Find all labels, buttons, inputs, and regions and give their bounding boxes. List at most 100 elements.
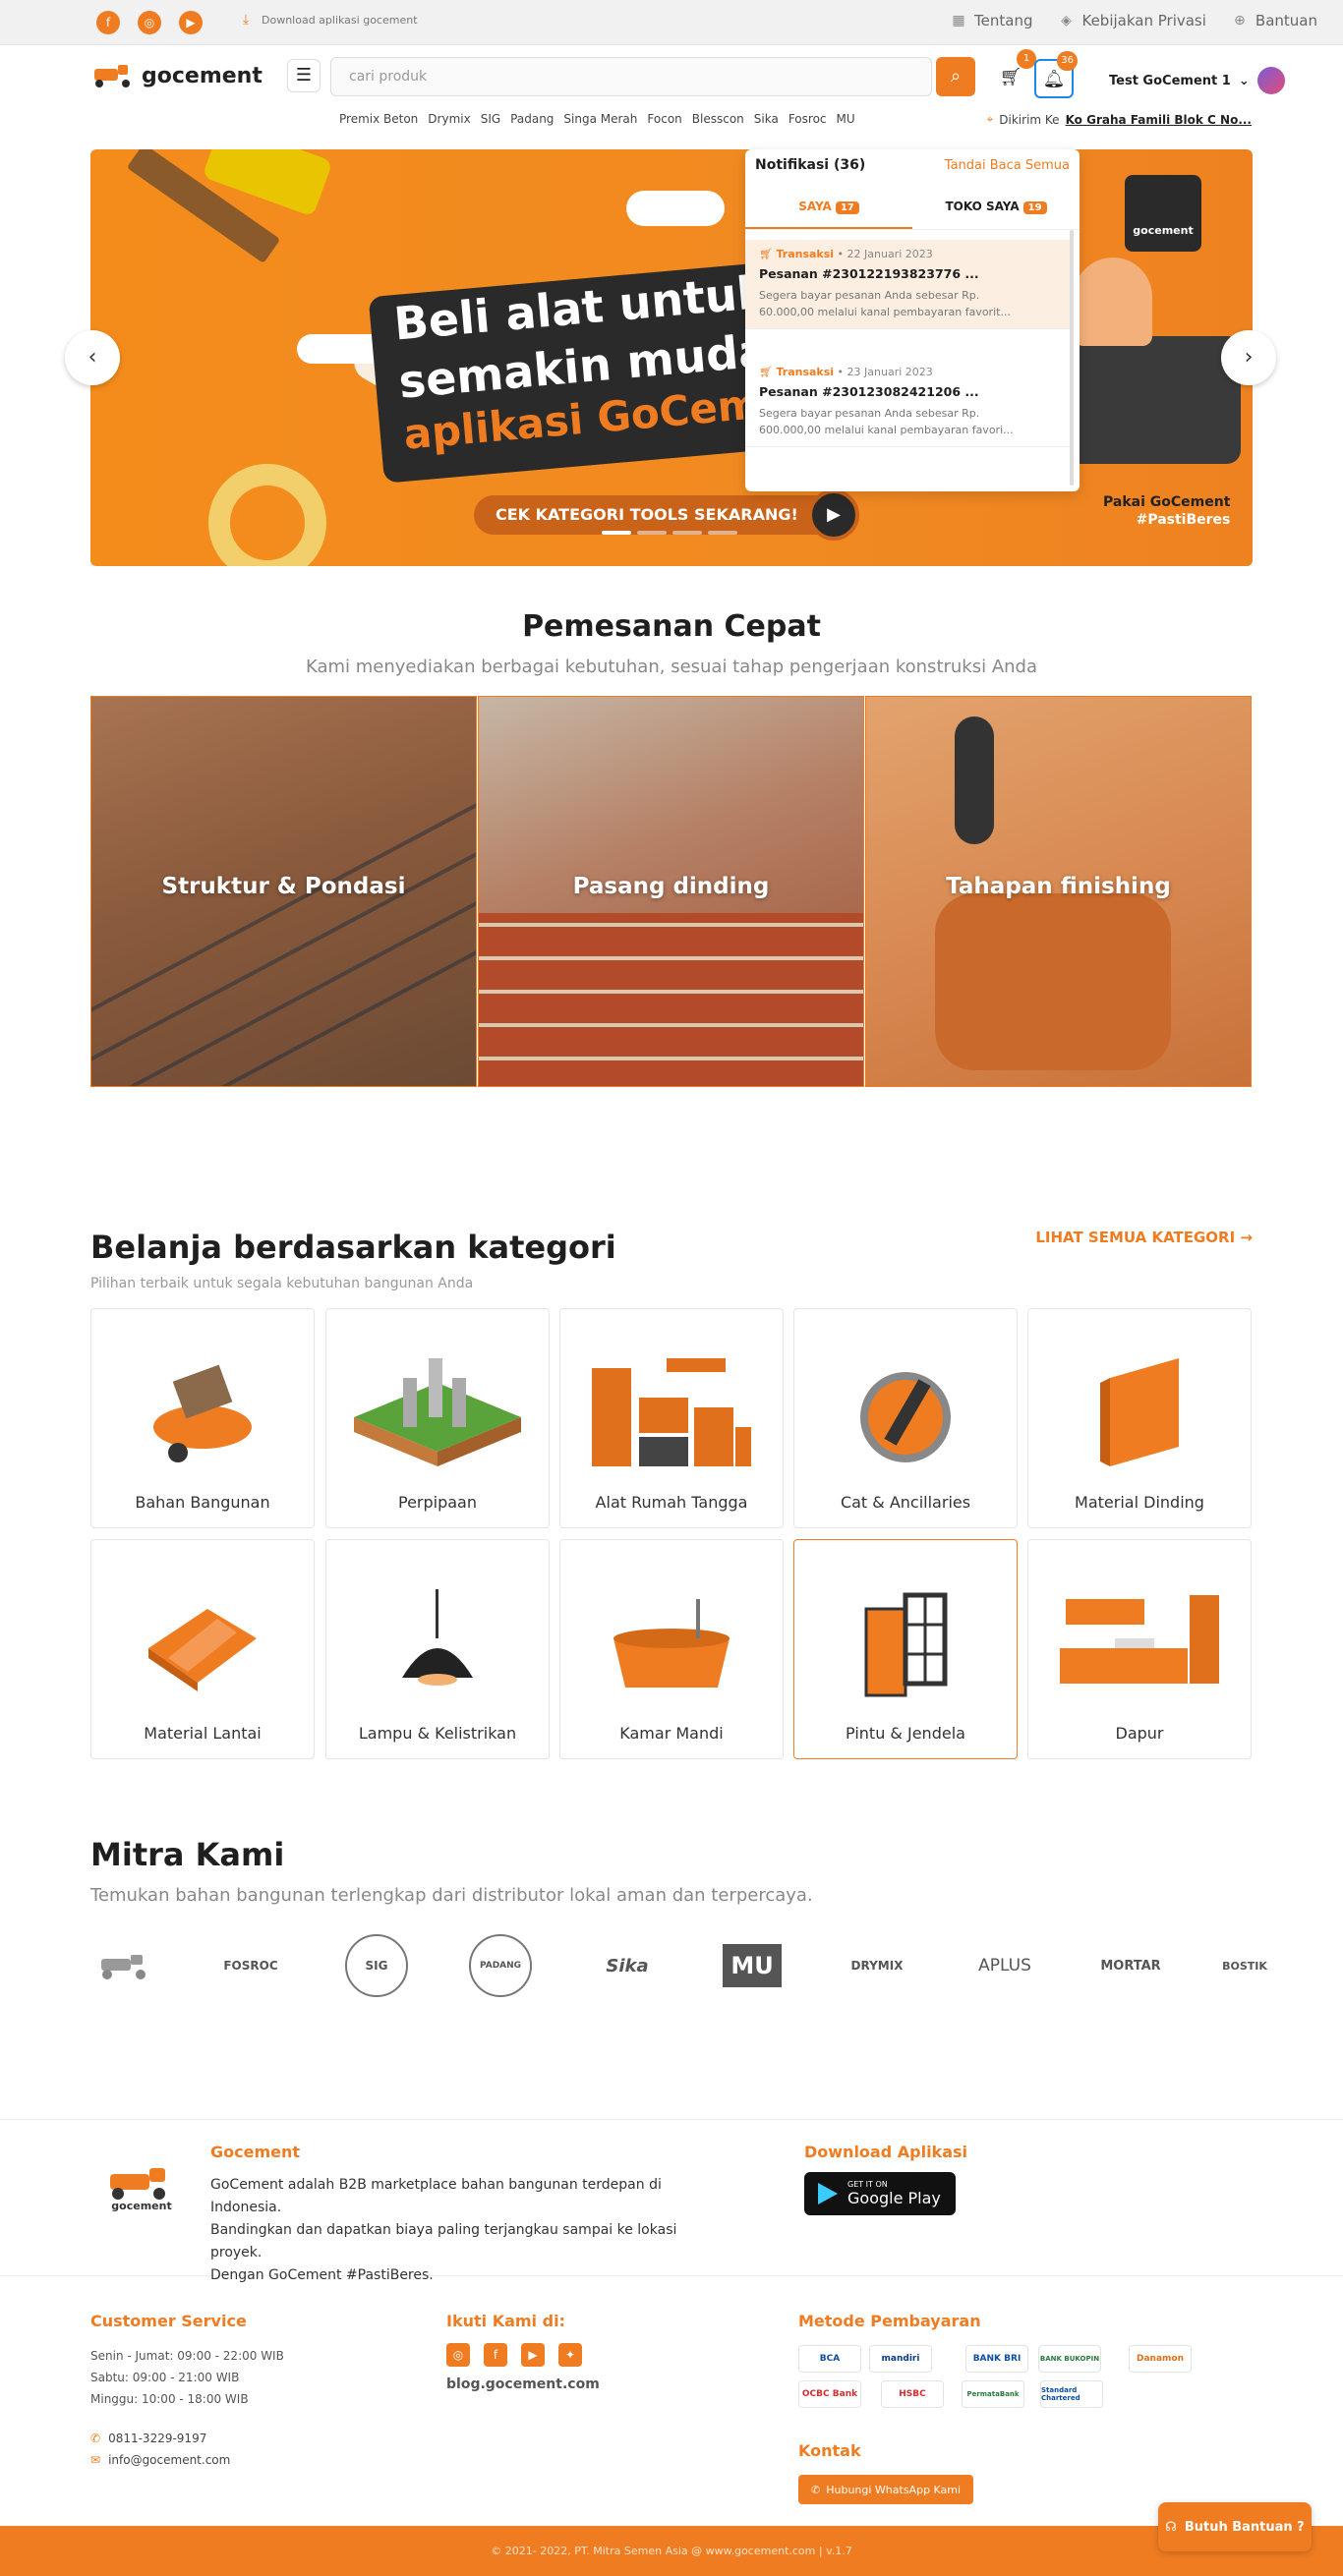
quick-order-title: Pemesanan Cepat (522, 609, 821, 644)
phone-contact[interactable]: ✆ 0811-3229-9197 (90, 2432, 206, 2445)
see-all-categories-link[interactable]: LIHAT SEMUA KATEGORI → (1035, 1229, 1253, 1246)
partner-logo-sig[interactable]: SIG (340, 1934, 413, 1997)
gplay-small-label: GET IT ON (847, 2180, 888, 2189)
partner-logo-fosroc[interactable]: FOSROC (214, 1934, 287, 1997)
email-contact[interactable]: ✉ info@gocement.com (90, 2453, 230, 2467)
scrollbar[interactable] (1070, 230, 1074, 486)
about-link[interactable]: ▦ Tentang (951, 12, 1032, 29)
top-links: ▦ Tentang ◈ Kebijakan Privasi ⊕ Bantuan (951, 12, 1317, 29)
carousel-next-button[interactable]: › (1221, 330, 1276, 385)
category-card[interactable]: Material Lantai (90, 1539, 315, 1759)
instagram-icon[interactable]: ◎ (138, 11, 161, 34)
category-name: Kamar Mandi (619, 1724, 724, 1743)
mark-all-read-link[interactable]: Tandai Baca Semua (945, 158, 1070, 173)
play-icon[interactable]: ▶ (808, 489, 859, 541)
partner-logo-mortar[interactable]: MORTAR (1089, 1934, 1172, 1997)
whatsapp-button[interactable]: ✆ Hubungi WhatsApp Kami (798, 2475, 974, 2504)
notification-item[interactable]: 🛒︎ Transaksi • 22 Januari 2023 Pesanan #… (745, 240, 1074, 329)
search-icon: ⌕ (950, 66, 962, 86)
notification-title-text: Pesanan #230122193823776 ... (759, 266, 979, 281)
help-button[interactable]: ☊ Butuh Bantuan ? (1158, 2502, 1312, 2551)
partner-logo-padang[interactable]: PADANG (464, 1934, 537, 1997)
twitter-icon[interactable]: ✦ (558, 2343, 582, 2367)
youtube-icon[interactable]: ▶ (521, 2343, 545, 2367)
brand-link[interactable]: Singa Merah (563, 112, 637, 126)
brand-link[interactable]: Padang (510, 112, 554, 126)
carousel-prev-button[interactable]: ‹ (65, 330, 120, 385)
brick-wall-graphic (479, 913, 863, 1086)
partner-logo-gocement[interactable] (90, 1934, 159, 1997)
partner-logo-bostik[interactable]: BOSTIK (1215, 1934, 1274, 1997)
tab-saya[interactable]: SAYA 17 (745, 185, 912, 229)
blog-link[interactable]: blog.gocement.com (446, 2376, 600, 2392)
facebook-icon[interactable]: f (96, 11, 120, 34)
carousel-dot[interactable] (672, 531, 702, 535)
notification-meta: 🛒︎ Transaksi • 22 Januari 2023 (759, 248, 933, 260)
hamburger-menu-button[interactable]: ☰ (287, 59, 321, 92)
cart-button[interactable]: 🛒︎ 1 (991, 49, 1036, 98)
partner-logo-sika[interactable]: Sika (588, 1934, 667, 1997)
download-app-label: Download aplikasi gocement (262, 13, 418, 27)
carousel-dot[interactable] (708, 531, 737, 535)
brand-link[interactable]: Fosroc (788, 112, 827, 126)
brand-link[interactable]: Blesscon (692, 112, 744, 126)
privacy-link[interactable]: ◈ Kebijakan Privasi (1058, 12, 1206, 29)
carousel-dot[interactable] (637, 531, 667, 535)
payment-bca: BCA (798, 2345, 861, 2373)
carousel-dot[interactable] (602, 531, 631, 535)
search-input[interactable]: cari produk (330, 57, 932, 96)
category-card[interactable]: Pintu & Jendela (793, 1539, 1018, 1759)
search-button[interactable]: ⌕ (936, 57, 975, 96)
category-card[interactable]: Material Dinding (1027, 1308, 1252, 1528)
category-card[interactable]: Kamar Mandi (559, 1539, 784, 1759)
help-link[interactable]: ⊕ Bantuan (1232, 12, 1317, 29)
brand-link[interactable]: SIG (481, 112, 500, 126)
tab-toko-saya[interactable]: TOKO SAYA 19 (912, 185, 1080, 229)
instagram-icon[interactable]: ◎ (446, 2343, 470, 2367)
quick-card-finishing[interactable]: Tahapan finishing (865, 696, 1252, 1087)
quick-card-struktur[interactable]: Struktur & Pondasi (90, 696, 477, 1087)
copyright-bar: © 2021- 2022, PT. Mitra Semen Asia @ www… (0, 2526, 1343, 2576)
category-card[interactable]: Dapur (1027, 1539, 1252, 1759)
facebook-icon[interactable]: f (484, 2343, 507, 2367)
brick-wall-icon (1100, 1358, 1179, 1466)
phone-number: 0811-3229-9197 (108, 2432, 207, 2445)
logo[interactable]: gocement (90, 63, 263, 88)
delivery-scooter-graphic (1054, 336, 1241, 464)
partner-logo-mu[interactable]: MU (718, 1934, 787, 1997)
category-card[interactable]: Perpipaan (325, 1308, 550, 1528)
cart-icon: 🛒︎ (759, 366, 773, 378)
help-label: Bantuan (1255, 12, 1317, 29)
notification-item[interactable]: 🛒︎ Transaksi • 23 Januari 2023 Pesanan #… (745, 358, 1074, 447)
category-card[interactable]: Alat Rumah Tangga (559, 1308, 784, 1528)
email-address: info@gocement.com (108, 2453, 231, 2467)
partner-logo-drymix[interactable]: DRYMIX (838, 1934, 916, 1997)
banner-cta-button[interactable]: CEK KATEGORI TOOLS SEKARANG! (474, 495, 853, 535)
shield-icon: ◈ (1061, 13, 1072, 29)
brand-link[interactable]: Drymix (428, 112, 470, 126)
category-card[interactable]: Cat & Ancillaries (793, 1308, 1018, 1528)
brand-link[interactable]: Sika (754, 112, 779, 126)
partner-name: MU (723, 1944, 782, 1987)
user-menu[interactable]: Test GoCement 1 ⌄ (1109, 67, 1285, 94)
notification-button[interactable]: 🔔︎ 36 (1034, 51, 1078, 98)
download-app-link[interactable]: ⤓ Download aplikasi gocement (238, 12, 418, 28)
footer-about-title: Gocement (210, 2143, 301, 2161)
tab-label: SAYA (798, 200, 832, 213)
google-play-button[interactable]: GET IT ON Google Play (804, 2172, 956, 2215)
roller-handle-graphic (955, 716, 994, 844)
payment-danamon: Danamon (1129, 2345, 1192, 2373)
category-card[interactable]: Bahan Bangunan (90, 1308, 315, 1528)
tab-count: 17 (835, 201, 859, 214)
partner-logo-aplus[interactable]: APLUS (965, 1934, 1044, 1997)
brand-link[interactable]: MU (837, 112, 855, 126)
brand-link[interactable]: Premix Beton (339, 112, 418, 126)
brand-link[interactable]: Focon (647, 112, 681, 126)
quick-card-dinding[interactable]: Pasang dinding (478, 696, 864, 1087)
category-name: Material Dinding (1075, 1493, 1204, 1512)
shipping-address[interactable]: ⌖ Dikirim Ke Ko Graha Famili Blok C No..… (987, 112, 1252, 127)
about-line: Dengan GoCement #PastiBeres. (210, 2267, 434, 2283)
youtube-icon[interactable]: ▶ (179, 11, 203, 34)
category-card[interactable]: Lampu & Kelistrikan (325, 1539, 550, 1759)
payment-mandiri: mandiri (869, 2345, 932, 2373)
